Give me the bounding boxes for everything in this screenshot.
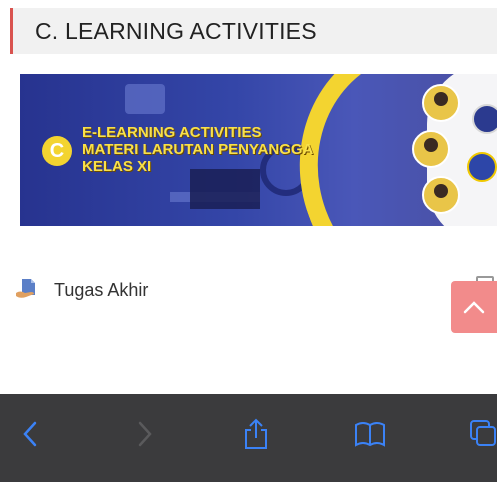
avatar xyxy=(422,84,460,122)
banner-title: E-LEARNING ACTIVITIES MATERI LARUTAN PEN… xyxy=(82,124,313,175)
banner-decoration xyxy=(125,84,165,114)
tabs-icon xyxy=(470,420,496,446)
banner-line-2: MATERI LARUTAN PENYANGGA xyxy=(82,141,314,158)
chevron-up-icon xyxy=(463,301,485,314)
course-banner: C E-LEARNING ACTIVITIES MATERI LARUTAN P… xyxy=(20,74,497,226)
bookmarks-button[interactable] xyxy=(350,414,390,454)
tabs-button[interactable] xyxy=(465,414,497,454)
university-logo xyxy=(472,104,497,134)
chevron-left-icon xyxy=(23,421,37,447)
banner-line-1: E-LEARNING ACTIVITIES xyxy=(82,124,262,141)
banner-decoration xyxy=(190,169,260,209)
university-logo xyxy=(467,152,497,182)
forward-button[interactable] xyxy=(125,414,165,454)
book-icon xyxy=(355,422,385,447)
assignment-icon xyxy=(14,277,40,303)
avatar xyxy=(422,176,460,214)
share-button[interactable] xyxy=(236,414,276,454)
activity-label: Tugas Akhir xyxy=(54,279,149,300)
share-icon xyxy=(245,418,267,449)
avatar xyxy=(412,130,450,168)
chevron-right-icon xyxy=(138,421,152,447)
banner-logo: C xyxy=(42,136,72,166)
scroll-to-top-button[interactable] xyxy=(451,281,497,333)
back-button[interactable] xyxy=(10,414,50,454)
section-title: C. LEARNING ACTIVITIES xyxy=(35,18,317,44)
browser-toolbar xyxy=(0,394,497,482)
banner-line-3: KELAS XI xyxy=(82,158,152,175)
section-header: C. LEARNING ACTIVITIES xyxy=(10,8,497,54)
activity-item[interactable]: Tugas Akhir xyxy=(14,274,148,306)
